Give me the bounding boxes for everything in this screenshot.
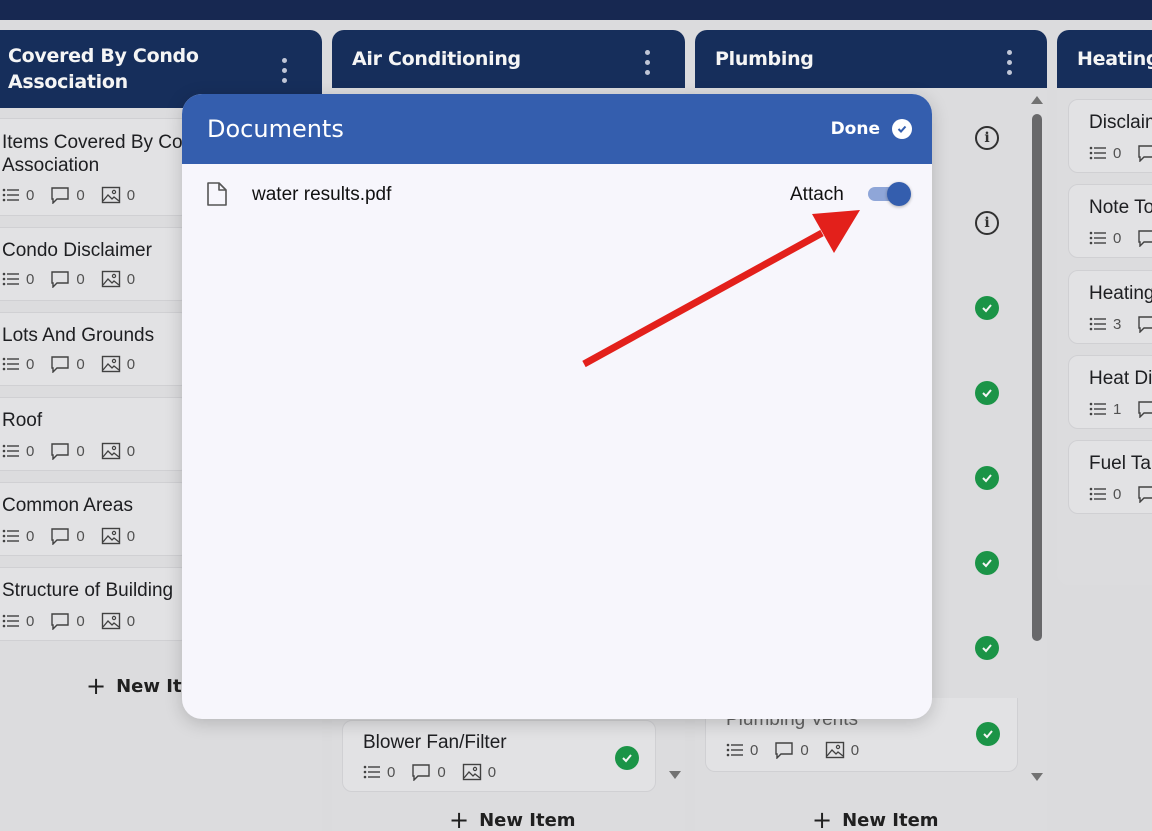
- dialog-title: Documents: [207, 115, 344, 143]
- done-label: Done: [830, 119, 880, 139]
- check-circle-icon: [892, 119, 912, 139]
- documents-dialog: Documents Done water results.pdf Attach: [182, 94, 932, 719]
- done-button[interactable]: Done: [831, 119, 912, 139]
- file-icon: [207, 182, 227, 206]
- document-row: water results.pdf Attach: [182, 164, 932, 226]
- document-name: water results.pdf: [252, 184, 392, 205]
- attach-toggle[interactable]: [866, 181, 912, 207]
- attach-label: Attach: [790, 184, 844, 205]
- dialog-header: Documents Done: [182, 94, 932, 164]
- toggle-knob: [887, 182, 911, 206]
